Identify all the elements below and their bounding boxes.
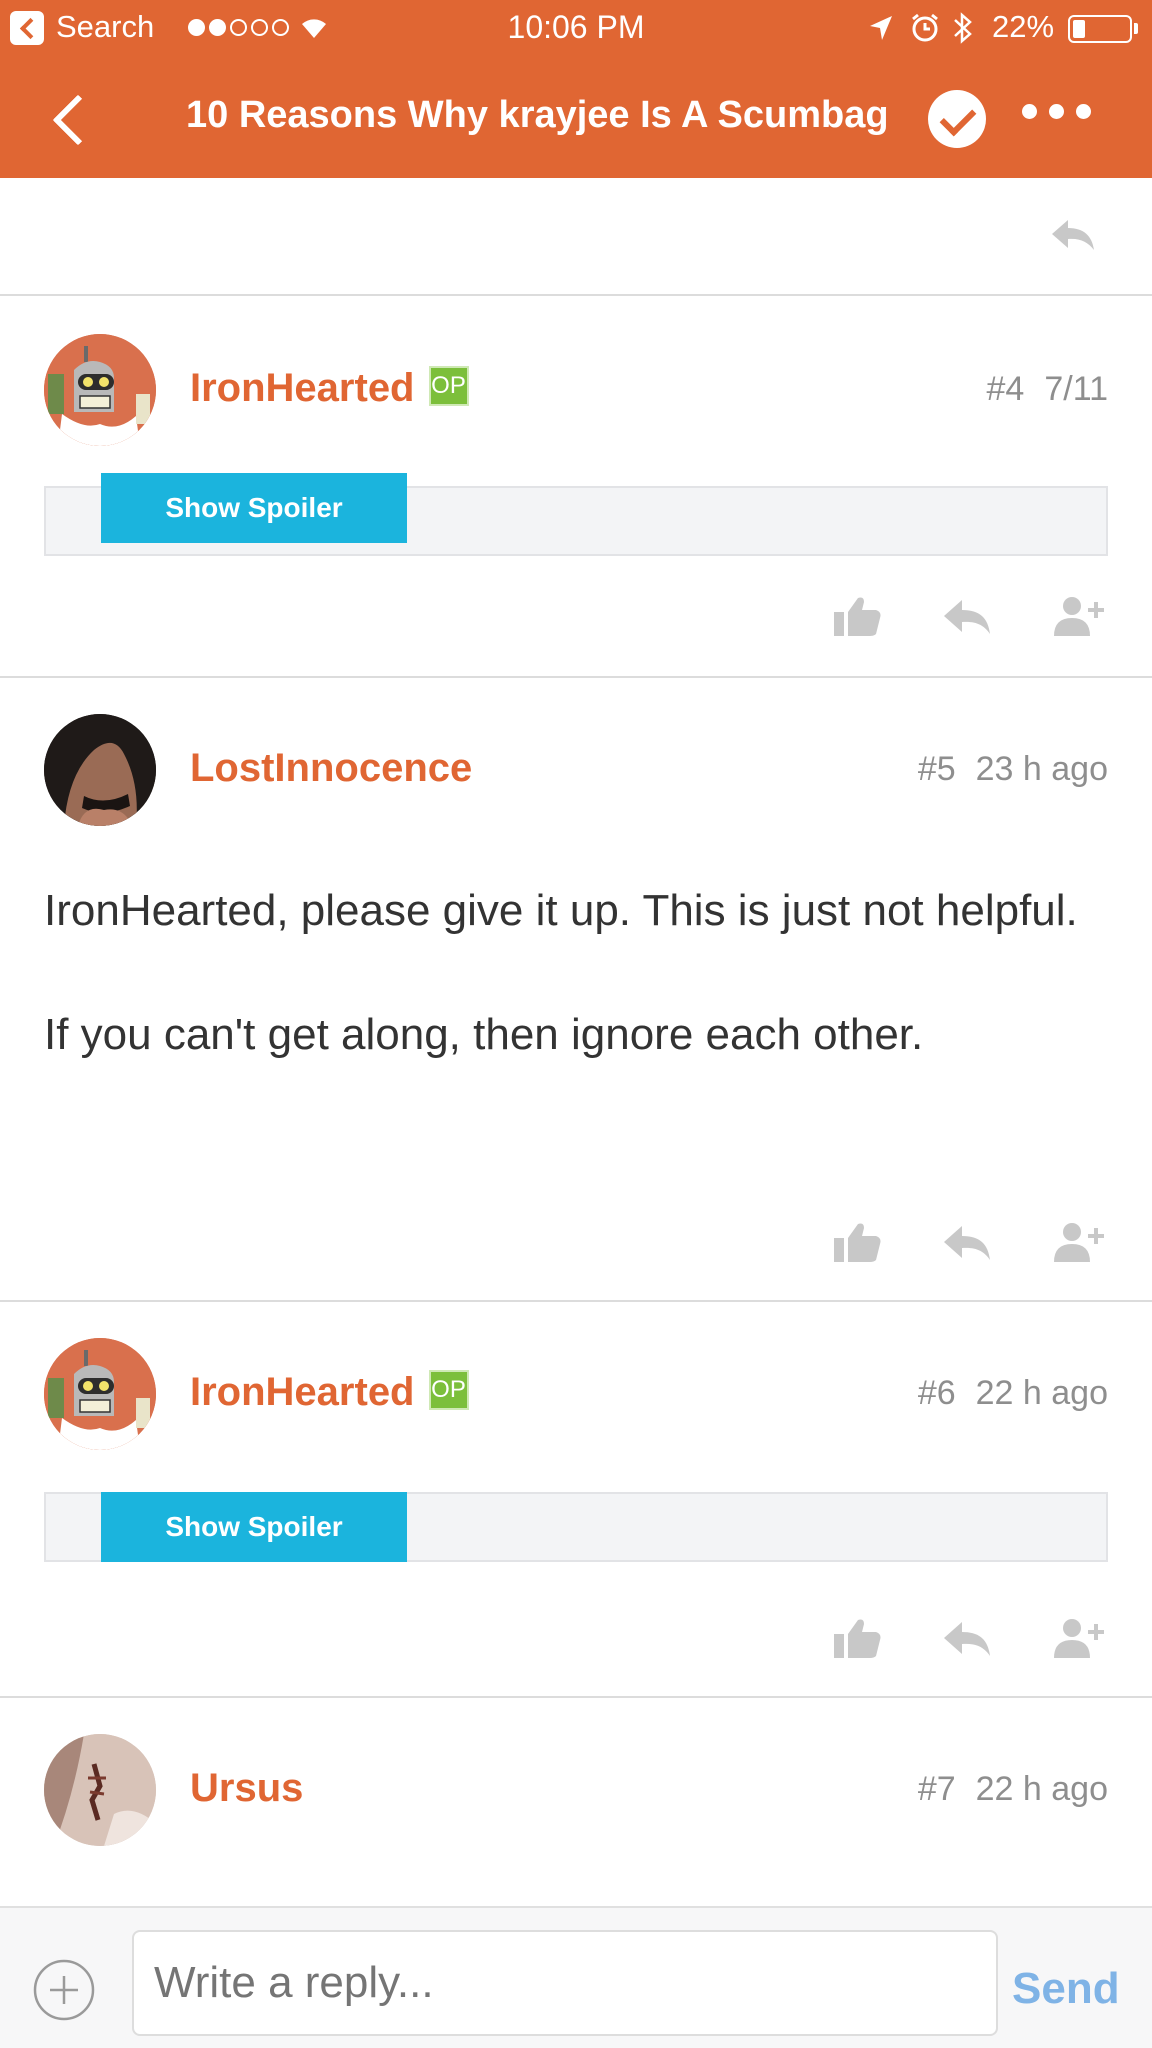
post-meta: #5 23 h ago — [918, 750, 1108, 789]
show-spoiler-button[interactable]: Show Spoiler — [101, 473, 407, 543]
reply-composer: Send — [0, 1906, 1152, 2048]
page-title: 10 Reasons Why krayjee Is A Scumbag — [186, 94, 889, 136]
alarm-icon — [912, 13, 938, 42]
add-friend-icon[interactable] — [1050, 1616, 1106, 1660]
avatar[interactable] — [44, 714, 156, 826]
post-meta: #6 22 h ago — [918, 1374, 1108, 1413]
post-meta: #4 7/11 — [987, 370, 1108, 409]
bender-avatar — [44, 334, 156, 446]
op-badge: OP — [428, 366, 469, 407]
battery-level — [1073, 20, 1085, 38]
spoiler-box: Show Spoiler — [44, 473, 1108, 556]
bluetooth-icon — [954, 12, 972, 44]
reply-icon[interactable] — [1048, 214, 1098, 254]
post-author[interactable]: IronHearted OP — [190, 1370, 469, 1415]
more-options-icon[interactable] — [1022, 104, 1091, 119]
post-body: IronHearted, please give it up. This is … — [44, 880, 1108, 1066]
post-number: #4 — [986, 370, 1025, 408]
post-paragraph: If you can't get along, then ignore each… — [44, 1010, 924, 1059]
post-item: Ursus #7 22 h ago — [0, 1698, 1152, 1906]
followed-check-icon[interactable] — [928, 90, 986, 148]
post-time: 23 h ago — [975, 750, 1108, 788]
battery-icon — [1068, 15, 1132, 43]
status-bar: Search 10:06 PM 22% — [0, 0, 1152, 58]
post-item: IronHearted OP #4 7/11 Show Spoiler — [0, 296, 1152, 678]
avatar[interactable] — [44, 1734, 156, 1846]
post-time: 22 h ago — [975, 1770, 1108, 1808]
add-friend-icon[interactable] — [1050, 594, 1106, 638]
post-item: LostInnocence #5 23 h ago IronHearted, pl… — [0, 678, 1152, 1302]
avatar[interactable] — [44, 334, 156, 446]
post-actions — [830, 594, 1106, 638]
post-paragraph: IronHearted, please give it up. This is … — [44, 886, 1078, 935]
clock: 10:06 PM — [507, 9, 645, 45]
author-name[interactable]: Ursus — [190, 1766, 303, 1810]
post-time: 7/11 — [1044, 370, 1108, 408]
post-time: 22 h ago — [975, 1374, 1108, 1412]
author-name[interactable]: LostInnocence — [190, 746, 472, 790]
photo-avatar — [44, 714, 156, 826]
op-badge: OP — [428, 1370, 469, 1411]
avatar[interactable] — [44, 1338, 156, 1450]
bender-avatar — [44, 1338, 156, 1450]
like-icon[interactable] — [830, 1220, 886, 1264]
like-icon[interactable] — [830, 1616, 886, 1660]
photo-avatar — [44, 1734, 156, 1846]
thread-actions-strip — [0, 178, 1152, 296]
reply-icon[interactable] — [940, 594, 996, 638]
post-item: IronHearted OP #6 22 h ago Show Spoiler — [0, 1302, 1152, 1698]
post-number: #5 — [917, 750, 956, 788]
nav-bar: 10 Reasons Why krayjee Is A Scumbag — [0, 58, 1152, 178]
like-icon[interactable] — [830, 594, 886, 638]
author-name[interactable]: IronHearted — [190, 366, 415, 410]
post-author[interactable]: Ursus — [190, 1766, 303, 1811]
post-author[interactable]: IronHearted OP — [190, 366, 469, 411]
add-friend-icon[interactable] — [1050, 1220, 1106, 1264]
reply-input[interactable] — [132, 1930, 998, 2036]
author-name[interactable]: IronHearted — [190, 1370, 415, 1414]
show-spoiler-button[interactable]: Show Spoiler — [101, 1492, 407, 1562]
post-actions — [830, 1616, 1106, 1660]
post-number: #6 — [917, 1374, 956, 1412]
post-actions — [830, 1220, 1106, 1264]
spoiler-box: Show Spoiler — [44, 1492, 1108, 1562]
battery-tip — [1134, 23, 1138, 34]
battery-percent: 22% — [992, 9, 1055, 44]
post-number: #7 — [917, 1770, 956, 1808]
reply-icon[interactable] — [940, 1616, 996, 1660]
post-meta: #7 22 h ago — [918, 1770, 1108, 1809]
add-attachment-icon[interactable] — [32, 1958, 96, 2022]
reply-icon[interactable] — [940, 1220, 996, 1264]
back-button[interactable] — [46, 88, 96, 148]
send-button[interactable]: Send — [1012, 1964, 1120, 2014]
post-author[interactable]: LostInnocence — [190, 746, 472, 791]
location-arrow-icon — [870, 16, 892, 40]
